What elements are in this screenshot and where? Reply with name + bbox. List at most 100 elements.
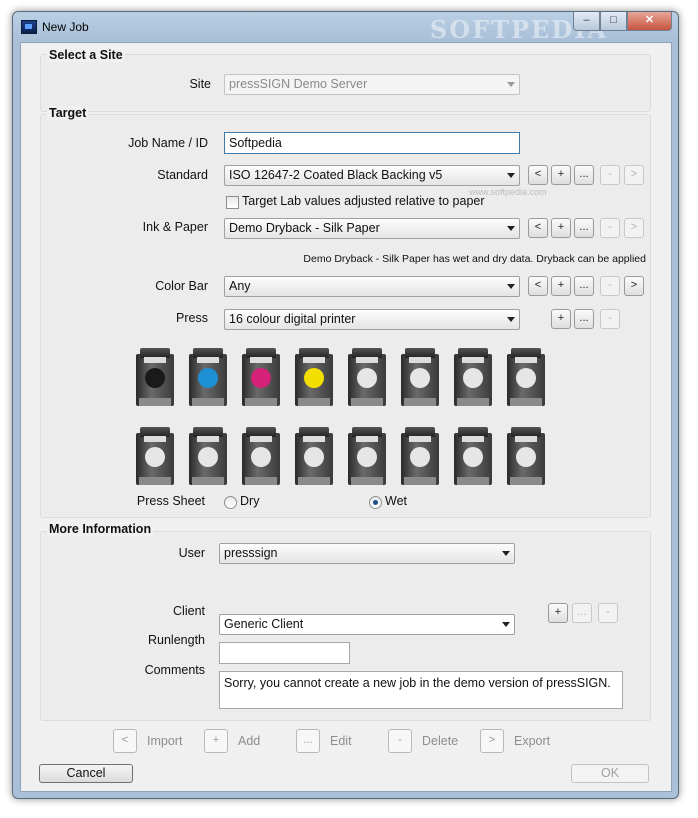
chevron-down-icon bbox=[502, 622, 510, 627]
ink-color-dot bbox=[516, 368, 536, 388]
press-value: 16 colour digital printer bbox=[229, 312, 356, 326]
client-label: Client bbox=[173, 604, 205, 618]
ink-note: Demo Dryback - Silk Paper has wet and dr… bbox=[303, 253, 646, 265]
press-sheet-label: Press Sheet bbox=[136, 494, 205, 508]
client-remove-button[interactable]: - bbox=[598, 603, 618, 623]
site-dropdown: pressSIGN Demo Server bbox=[224, 74, 520, 95]
ellipsis-icon: ... bbox=[296, 729, 320, 753]
user-value: presssign bbox=[224, 546, 278, 560]
ink-more-button[interactable]: ... bbox=[574, 218, 594, 238]
ink-add-button[interactable]: + bbox=[551, 218, 571, 238]
colorbar-prev-button[interactable]: < bbox=[528, 276, 548, 296]
ink-cartridge-icon bbox=[295, 427, 333, 485]
press-sheet-dry-radio[interactable] bbox=[224, 496, 237, 509]
ink-color-dot bbox=[410, 447, 430, 467]
ink-cartridge-icon bbox=[348, 427, 386, 485]
minimize-button[interactable]: – bbox=[573, 12, 600, 31]
ink-cartridge-icon bbox=[507, 348, 545, 406]
chevron-down-icon bbox=[507, 284, 515, 289]
user-label: User bbox=[178, 546, 205, 560]
job-name-input[interactable]: Softpedia bbox=[224, 132, 520, 154]
ink-cartridge-icon bbox=[189, 427, 227, 485]
ink-cartridge-icon bbox=[454, 427, 492, 485]
ink-cartridge-icon bbox=[242, 348, 280, 406]
client-dropdown[interactable]: Generic Client bbox=[219, 614, 515, 635]
ink-color-dot bbox=[304, 368, 324, 388]
ink-next-button[interactable]: > bbox=[624, 218, 644, 238]
color-bar-dropdown[interactable]: Any bbox=[224, 276, 520, 297]
standard-next-button[interactable]: > bbox=[624, 165, 644, 185]
press-more-button[interactable]: ... bbox=[574, 309, 594, 329]
ink-cartridge-icon bbox=[348, 348, 386, 406]
press-dropdown[interactable]: 16 colour digital printer bbox=[224, 309, 520, 330]
user-dropdown[interactable]: presssign bbox=[219, 543, 515, 564]
ink-paper-label: Ink & Paper bbox=[142, 220, 208, 234]
colorbar-add-button[interactable]: + bbox=[551, 276, 571, 296]
target-lab-label: Target Lab values adjusted relative to p… bbox=[242, 194, 485, 208]
standard-dropdown[interactable]: ISO 12647-2 Coated Black Backing v5 bbox=[224, 165, 520, 186]
ink-color-dot bbox=[357, 447, 377, 467]
ink-paper-dropdown[interactable]: Demo Dryback - Silk Paper bbox=[224, 218, 520, 239]
ink-color-dot bbox=[198, 368, 218, 388]
ink-color-dot bbox=[251, 447, 271, 467]
export-label: Export bbox=[514, 734, 551, 748]
maximize-button[interactable]: □ bbox=[600, 12, 627, 31]
ink-color-dot bbox=[516, 447, 536, 467]
runlength-label: Runlength bbox=[148, 633, 205, 647]
import-label: Import bbox=[147, 734, 183, 748]
add-label: Add bbox=[238, 734, 261, 748]
standard-prev-button[interactable]: < bbox=[528, 165, 548, 185]
cancel-button[interactable]: Cancel bbox=[39, 764, 133, 783]
ink-prev-button[interactable]: < bbox=[528, 218, 548, 238]
ink-color-dot bbox=[357, 368, 377, 388]
ink-color-dot bbox=[410, 368, 430, 388]
colorbar-next-button[interactable]: > bbox=[624, 276, 644, 296]
chevron-down-icon bbox=[507, 173, 515, 178]
site-value: pressSIGN Demo Server bbox=[229, 77, 368, 91]
job-name-label: Job Name / ID bbox=[128, 136, 208, 150]
ink-color-dot bbox=[463, 368, 483, 388]
ink-cartridge-icon bbox=[189, 348, 227, 406]
ink-color-dot bbox=[198, 447, 218, 467]
comments-textarea[interactable]: Sorry, you cannot create a new job in th… bbox=[219, 671, 623, 709]
colorbar-remove-button[interactable]: - bbox=[600, 276, 620, 296]
client-more-button[interactable]: ... bbox=[572, 603, 592, 623]
press-remove-button[interactable]: - bbox=[600, 309, 620, 329]
ink-color-dot bbox=[463, 447, 483, 467]
ok-button[interactable]: OK bbox=[571, 764, 649, 783]
chevron-down-icon bbox=[507, 82, 515, 87]
ink-color-dot bbox=[251, 368, 271, 388]
standard-more-button[interactable]: ... bbox=[574, 165, 594, 185]
chevron-down-icon bbox=[502, 551, 510, 556]
press-sheet-wet-radio[interactable] bbox=[369, 496, 382, 509]
client-add-button[interactable]: + bbox=[548, 603, 568, 623]
runlength-input[interactable] bbox=[219, 642, 350, 664]
target-section-header: Target bbox=[47, 106, 89, 120]
close-button[interactable]: ✕ bbox=[627, 12, 672, 31]
title-bar[interactable]: New Job SOFTPEDIA – □ ✕ bbox=[13, 12, 678, 44]
chevron-down-icon bbox=[507, 226, 515, 231]
ink-cartridge-icon bbox=[136, 348, 174, 406]
ink-cartridge-icon bbox=[295, 348, 333, 406]
colorbar-more-button[interactable]: ... bbox=[574, 276, 594, 296]
standard-value: ISO 12647-2 Coated Black Backing v5 bbox=[229, 168, 443, 182]
standard-add-button[interactable]: + bbox=[551, 165, 571, 185]
more-info-section-header: More Information bbox=[47, 522, 154, 536]
chevron-right-icon: > bbox=[480, 729, 504, 753]
watermark-url: www.softpedia.com bbox=[469, 187, 547, 197]
ink-cartridge-icon bbox=[454, 348, 492, 406]
press-add-button[interactable]: + bbox=[551, 309, 571, 329]
target-lab-checkbox[interactable] bbox=[226, 196, 239, 209]
ink-cartridge-icon bbox=[401, 348, 439, 406]
site-label: Site bbox=[189, 77, 211, 91]
dialog-body: Select a Site Site pressSIGN Demo Server… bbox=[20, 42, 672, 792]
client-value: Generic Client bbox=[224, 617, 304, 631]
press-sheet-dry-label: Dry bbox=[240, 494, 260, 508]
ink-cartridge-icon bbox=[242, 427, 280, 485]
ink-remove-button[interactable]: - bbox=[600, 218, 620, 238]
ink-cartridge-icon bbox=[401, 427, 439, 485]
ink-cartridge-icon bbox=[507, 427, 545, 485]
ink-color-dot bbox=[304, 447, 324, 467]
chevron-left-icon: < bbox=[113, 729, 137, 753]
standard-remove-button[interactable]: - bbox=[600, 165, 620, 185]
